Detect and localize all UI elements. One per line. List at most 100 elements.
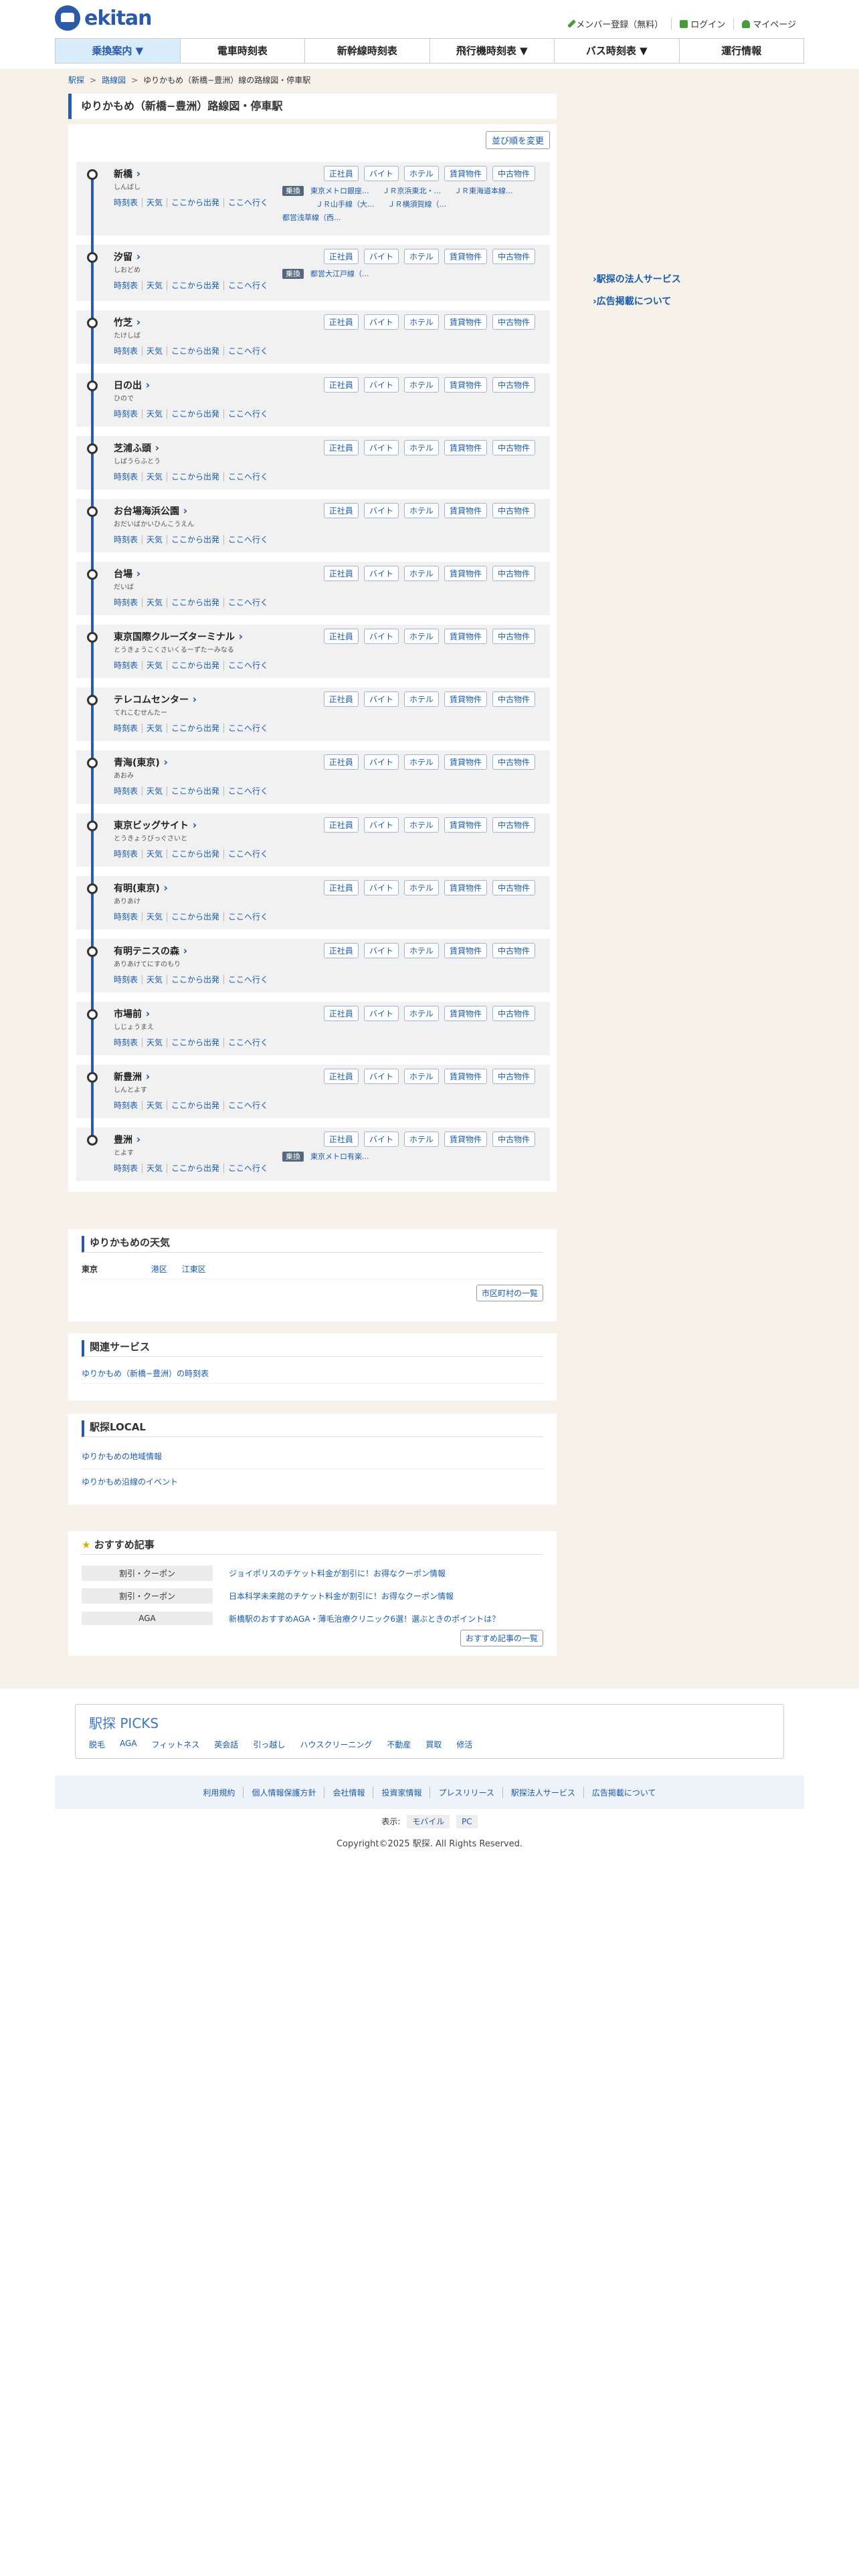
station-tag[interactable]: 中古物件 bbox=[492, 1069, 535, 1084]
station-tag[interactable]: 賃貸物件 bbox=[444, 754, 487, 770]
station-tag[interactable]: 正社員 bbox=[323, 249, 359, 264]
station-tag[interactable]: 正社員 bbox=[323, 166, 359, 181]
station-tag[interactable]: ホテル bbox=[403, 880, 439, 895]
station-link[interactable]: 天気 bbox=[142, 409, 167, 419]
station-tag[interactable]: 正社員 bbox=[323, 314, 359, 330]
transfer-line-link[interactable]: ＪＲ横須賀線（... bbox=[388, 198, 447, 211]
station-link[interactable]: 時刻表 bbox=[114, 472, 142, 481]
station-tag[interactable]: 中古物件 bbox=[492, 314, 535, 330]
footer-link[interactable]: 広告掲載について bbox=[583, 1786, 664, 1798]
station-tag[interactable]: 賃貸物件 bbox=[444, 943, 487, 958]
picks-link[interactable]: 不動産 bbox=[387, 1739, 411, 1750]
station-tag[interactable]: ホテル bbox=[403, 166, 439, 181]
station-link[interactable]: ここから出発 bbox=[167, 975, 224, 984]
station-tag[interactable]: 中古物件 bbox=[492, 817, 535, 833]
station-link[interactable]: 時刻表 bbox=[114, 786, 142, 796]
transfer-line-link[interactable]: ＪＲ山手線（大... bbox=[316, 198, 375, 211]
nav-service-info[interactable]: 運行情報 bbox=[678, 39, 804, 63]
station-link[interactable]: ここから出発 bbox=[167, 849, 224, 859]
station-tag[interactable]: バイト bbox=[363, 943, 399, 958]
station-tag[interactable]: 賃貸物件 bbox=[444, 1006, 487, 1021]
station-tag[interactable]: 賃貸物件 bbox=[444, 691, 487, 707]
recommend-item[interactable]: 割引・クーポン ジョイポリスのチケット料金が割引に！お得なクーポン情報 bbox=[82, 1562, 543, 1584]
station-tag[interactable]: 賃貸物件 bbox=[444, 880, 487, 895]
station-tag[interactable]: 中古物件 bbox=[492, 629, 535, 644]
display-mobile[interactable]: モバイル bbox=[407, 1815, 450, 1828]
station-tag[interactable]: 中古物件 bbox=[492, 880, 535, 895]
station-link[interactable]: ここへ行く bbox=[223, 1164, 273, 1173]
picks-link[interactable]: ハウスクリーニング bbox=[300, 1739, 372, 1750]
footer-link[interactable]: 個人情報保護方針 bbox=[243, 1786, 324, 1798]
footer-link[interactable]: 駅探法人サービス bbox=[502, 1786, 583, 1798]
station-link[interactable]: ここから出発 bbox=[167, 912, 224, 922]
station-link[interactable]: ここへ行く bbox=[223, 198, 273, 207]
nav-transfer[interactable]: 乗換案内 ▼ bbox=[56, 39, 180, 63]
station-tag[interactable]: ホテル bbox=[403, 503, 439, 518]
station-link[interactable]: ここへ行く bbox=[223, 598, 273, 607]
station-link[interactable]: 時刻表 bbox=[114, 598, 142, 607]
station-link[interactable]: 時刻表 bbox=[114, 409, 142, 419]
station-link[interactable]: ここから出発 bbox=[167, 1101, 224, 1110]
station-link[interactable]: ここから出発 bbox=[167, 786, 224, 796]
picks-link[interactable]: 引っ越し bbox=[253, 1739, 285, 1750]
recommend-item[interactable]: 割引・クーポン 日本科学未来館のチケット料金が割引に！お得なクーポン情報 bbox=[82, 1584, 543, 1607]
station-link[interactable]: ここから出発 bbox=[167, 409, 224, 419]
station-link[interactable]: 天気 bbox=[142, 281, 167, 290]
station-tag[interactable]: バイト bbox=[363, 566, 399, 581]
station-link[interactable]: ここへ行く bbox=[223, 346, 273, 356]
station-tag[interactable]: 正社員 bbox=[323, 503, 359, 518]
nav-train-timetable[interactable]: 電車時刻表 bbox=[179, 39, 305, 63]
station-tag[interactable]: 賃貸物件 bbox=[444, 249, 487, 264]
station-link[interactable]: 天気 bbox=[142, 198, 167, 207]
station-link[interactable]: 天気 bbox=[142, 1101, 167, 1110]
station-tag[interactable]: バイト bbox=[363, 1006, 399, 1021]
station-link[interactable]: ここから出発 bbox=[167, 472, 224, 481]
station-tag[interactable]: バイト bbox=[363, 503, 399, 518]
picks-link[interactable]: 買取 bbox=[425, 1739, 442, 1750]
station-tag[interactable]: 中古物件 bbox=[492, 754, 535, 770]
station-link[interactable]: ここへ行く bbox=[223, 535, 273, 544]
station-link[interactable]: 天気 bbox=[142, 1038, 167, 1047]
city-list-button[interactable]: 市区町村の一覧 bbox=[476, 1285, 543, 1301]
station-tag[interactable]: バイト bbox=[363, 377, 399, 393]
station-link[interactable]: 時刻表 bbox=[114, 1101, 142, 1110]
station-link[interactable]: 天気 bbox=[142, 975, 167, 984]
station-tag[interactable]: 正社員 bbox=[323, 1069, 359, 1084]
transfer-line-link[interactable]: 都営浅草線（西... bbox=[282, 211, 341, 225]
station-tag[interactable]: バイト bbox=[363, 754, 399, 770]
station-tag[interactable]: バイト bbox=[363, 314, 399, 330]
station-link[interactable]: ここへ行く bbox=[223, 912, 273, 922]
station-link[interactable]: 天気 bbox=[142, 661, 167, 670]
station-tag[interactable]: バイト bbox=[363, 880, 399, 895]
station-tag[interactable]: 正社員 bbox=[323, 1006, 359, 1021]
local-area-link[interactable]: ゆりかもめの地域情報 bbox=[82, 1452, 162, 1461]
picks-logo[interactable]: 駅探 PICKS bbox=[89, 1713, 770, 1732]
display-pc[interactable]: PC bbox=[456, 1815, 478, 1828]
weather-ward-koto[interactable]: 江東区 bbox=[182, 1265, 206, 1274]
station-tag[interactable]: 賃貸物件 bbox=[444, 503, 487, 518]
station-tag[interactable]: 正社員 bbox=[323, 943, 359, 958]
footer-link[interactable]: 利用規約 bbox=[195, 1787, 243, 1798]
station-link[interactable]: ここから出発 bbox=[167, 598, 224, 607]
station-link[interactable]: 天気 bbox=[142, 346, 167, 356]
station-tag[interactable]: ホテル bbox=[403, 566, 439, 581]
station-link[interactable]: ここへ行く bbox=[223, 975, 273, 984]
footer-link[interactable]: 会社情報 bbox=[324, 1786, 373, 1798]
sort-button[interactable]: 並び順を変更 bbox=[485, 131, 550, 149]
station-tag[interactable]: バイト bbox=[363, 1069, 399, 1084]
related-timetable-link[interactable]: ゆりかもめ（新橋−豊洲）の時刻表 bbox=[82, 1369, 209, 1378]
local-event-link[interactable]: ゆりかもめ沿線のイベント bbox=[82, 1477, 178, 1487]
station-link[interactable]: ここへ行く bbox=[223, 1101, 273, 1110]
station-tag[interactable]: ホテル bbox=[403, 377, 439, 393]
station-link[interactable]: ここへ行く bbox=[223, 472, 273, 481]
station-link[interactable]: 時刻表 bbox=[114, 198, 142, 207]
station-tag[interactable]: 中古物件 bbox=[492, 249, 535, 264]
station-link[interactable]: ここから出発 bbox=[167, 1164, 224, 1173]
station-tag[interactable]: 賃貸物件 bbox=[444, 1132, 487, 1147]
nav-bus[interactable]: バス時刻表 ▼ bbox=[554, 39, 679, 63]
station-link[interactable]: 時刻表 bbox=[114, 912, 142, 922]
station-tag[interactable]: バイト bbox=[363, 691, 399, 707]
transfer-line-link[interactable]: ＪＲ東海道本線... bbox=[454, 185, 513, 198]
transfer-line-link[interactable]: 都営大江戸線（... bbox=[310, 267, 369, 281]
station-link[interactable]: 時刻表 bbox=[114, 535, 142, 544]
